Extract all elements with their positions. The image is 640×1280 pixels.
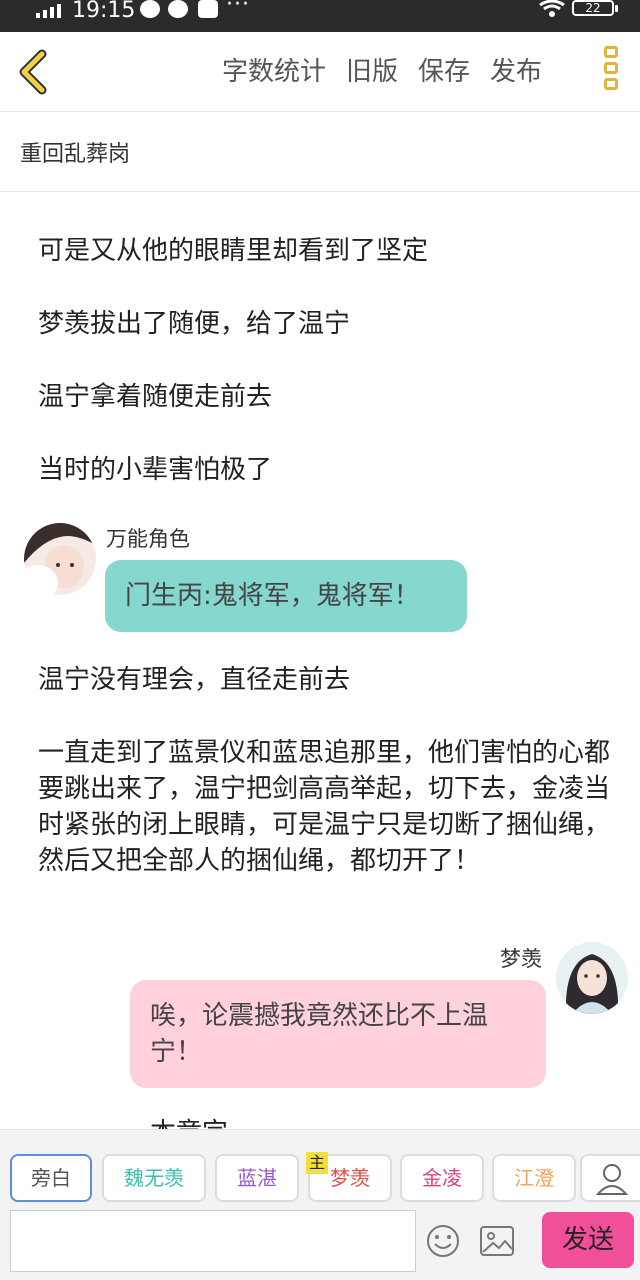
- chat-bubble[interactable]: 唉，论震撼我竟然还比不上温宁！: [130, 980, 546, 1088]
- narration-paragraph: 温宁拿着随便走前去: [38, 382, 273, 412]
- narration-paragraph: 当时的小辈害怕极了: [38, 455, 273, 485]
- narration-paragraph: 梦羡拔出了随便，给了温宁: [38, 309, 351, 339]
- narration-paragraph: 可是又从他的眼睛里却看到了坚定: [38, 236, 429, 266]
- chapter-title[interactable]: 重回乱葬岗: [20, 136, 130, 168]
- character-manage-button[interactable]: [580, 1154, 640, 1202]
- character-chip-jiangcheng[interactable]: 江澄: [492, 1154, 576, 1202]
- top-navigation: 字数统计 旧版 保存 发布: [0, 32, 640, 112]
- speedometer-icon: [168, 0, 188, 18]
- status-bar: 19:15 ··· 22: [0, 0, 640, 32]
- save-button[interactable]: 保存: [418, 54, 470, 90]
- message-input[interactable]: [10, 1210, 416, 1272]
- clock: 19:15: [72, 0, 136, 23]
- back-arrow-icon[interactable]: [12, 48, 56, 96]
- main-character-badge: 主: [306, 1152, 328, 1174]
- narration-paragraph: 本章完: [150, 1115, 640, 1129]
- character-label: 金凌: [422, 1166, 462, 1190]
- publish-button[interactable]: 发布: [490, 54, 542, 90]
- composer-panel: 旁白 魏无羡 蓝湛 主 梦羡 金凌 江澄 发送: [0, 1129, 640, 1280]
- chat-bubble[interactable]: 门生丙:鬼将军，鬼将军！: [105, 560, 467, 632]
- speaker-avatar[interactable]: [556, 942, 628, 1014]
- person-icon: [595, 1164, 629, 1195]
- battery-indicator: 22: [572, 0, 618, 16]
- character-label: 蓝湛: [237, 1166, 277, 1190]
- character-label: 江澄: [514, 1166, 554, 1190]
- character-label: 梦羡: [330, 1166, 370, 1190]
- speaker-name: 万能角色: [106, 527, 190, 551]
- story-content[interactable]: 可是又从他的眼睛里却看到了坚定 梦羡拔出了随便，给了温宁 温宁拿着随便走前去 当…: [0, 193, 640, 1129]
- app-notification-icon: [198, 0, 218, 18]
- nav-actions: 字数统计 旧版 保存 发布: [222, 54, 542, 90]
- send-button[interactable]: 发送: [542, 1212, 634, 1268]
- more-notifications-icon: ···: [226, 0, 250, 17]
- chapter-header[interactable]: 重回乱葬岗: [0, 112, 640, 192]
- speaker-avatar[interactable]: [24, 523, 96, 595]
- word-count-button[interactable]: 字数统计: [222, 54, 326, 90]
- more-menu-icon[interactable]: [604, 46, 626, 98]
- character-label: 魏无羡: [124, 1166, 184, 1190]
- wifi-icon: [539, 0, 565, 17]
- character-chip-weiwuxian[interactable]: 魏无羡: [102, 1154, 206, 1202]
- character-chip-mengxian[interactable]: 主 梦羡: [306, 1152, 392, 1202]
- narration-paragraph: 一直走到了蓝景仪和蓝思追那里，他们害怕的心都要跳出来了，温宁把剑高高举起，切下去…: [38, 738, 611, 876]
- speaker-name: 梦羡: [500, 947, 542, 971]
- character-chip-lanzhan[interactable]: 蓝湛: [215, 1154, 299, 1202]
- cloud-icon: [140, 0, 160, 18]
- emoji-icon[interactable]: [426, 1224, 460, 1258]
- old-version-button[interactable]: 旧版: [346, 54, 398, 90]
- image-icon[interactable]: [480, 1226, 514, 1256]
- character-label: 旁白: [31, 1166, 71, 1190]
- character-chip-narrator[interactable]: 旁白: [10, 1154, 92, 1202]
- signal-icon: [36, 2, 64, 18]
- character-chip-jinling[interactable]: 金凌: [400, 1154, 484, 1202]
- narration-paragraph: 温宁没有理会，直径走前去: [38, 665, 351, 695]
